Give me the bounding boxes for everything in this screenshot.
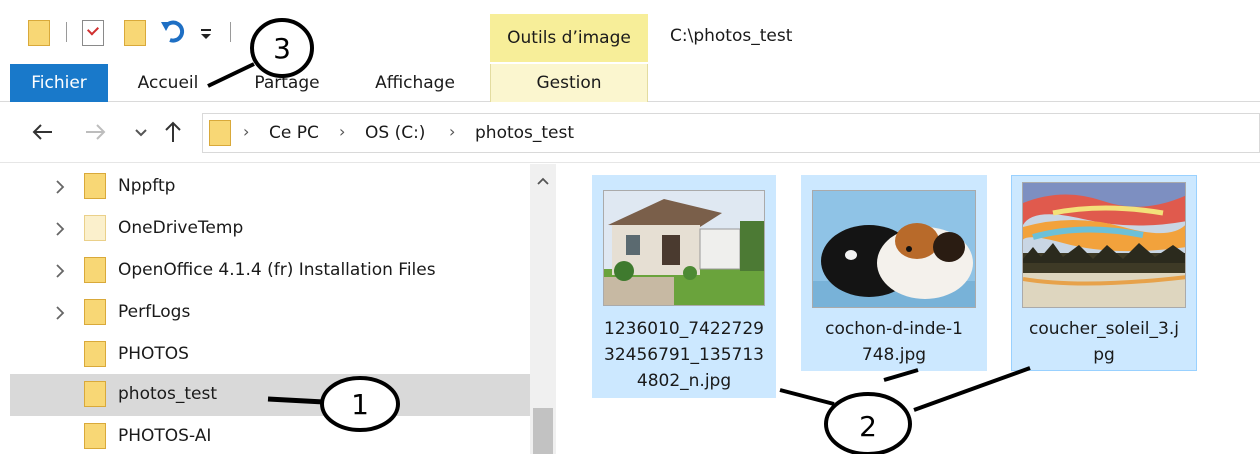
tree-item-openoffice[interactable]: OpenOffice 4.1.4 (fr) Installation Files: [10, 250, 530, 292]
navigation-pane-scrollbar[interactable]: [530, 164, 556, 454]
breadcrumb-separator: ›: [243, 122, 250, 141]
title-bar: Outils d’image C:\photos_test: [0, 0, 1260, 64]
tree-item-label: OneDriveTemp: [118, 218, 244, 238]
chevron-right-icon[interactable]: [52, 178, 68, 196]
scrollbar-thumb[interactable]: [533, 408, 553, 454]
tree-item-onedrivetemp[interactable]: OneDriveTemp: [10, 208, 530, 250]
scroll-up-chevron-icon[interactable]: [534, 172, 552, 190]
tab-fichier[interactable]: Fichier: [10, 64, 108, 102]
new-folder-icon[interactable]: [124, 20, 146, 46]
address-folder-icon: [209, 120, 231, 146]
file-name: cochon-d-inde-1 748.jpg: [825, 319, 963, 365]
house-photo-thumbnail: [603, 190, 765, 306]
breadcrumb-separator[interactable]: ›: [339, 122, 345, 141]
tree-item-label: PerfLogs: [118, 302, 191, 322]
file-content-pane: 1236010_7422729 32456791_135713 4802_n.j…: [556, 164, 1260, 454]
customize-dropdown-icon[interactable]: [198, 26, 214, 42]
tree-item-photos[interactable]: PHOTOS: [10, 334, 530, 376]
forward-arrow-icon[interactable]: [82, 117, 108, 147]
navigation-bar: › Ce PC › OS (C:) › photos_test: [0, 103, 1260, 163]
folder-icon: [84, 299, 106, 325]
file-name: 1236010_7422729 32456791_135713 4802_n.j…: [604, 319, 764, 391]
chevron-right-icon[interactable]: [52, 304, 68, 322]
sunset-painting-thumbnail: [1022, 182, 1186, 308]
toolbar-separator: [66, 22, 67, 42]
window-title: C:\photos_test: [670, 26, 793, 46]
file-name: coucher_soleil_3.j pg: [1029, 319, 1179, 365]
address-bar[interactable]: › Ce PC › OS (C:) › photos_test: [202, 113, 1260, 153]
breadcrumb-os-c[interactable]: OS (C:): [365, 123, 425, 143]
tab-affichage[interactable]: Affichage: [356, 64, 474, 102]
tree-item-label: OpenOffice 4.1.4 (fr) Installation Files: [118, 260, 436, 280]
file-item[interactable]: cochon-d-inde-1 748.jpg: [801, 175, 987, 371]
tree-item-perflogs[interactable]: PerfLogs: [10, 292, 530, 334]
recent-locations-chevron-down-icon[interactable]: [128, 117, 154, 147]
folder-icon: [84, 257, 106, 283]
tree-item-photos-test[interactable]: photos_test: [10, 374, 530, 416]
tree-item-label: photos_test: [118, 384, 218, 404]
folder-icon: [84, 381, 106, 407]
folder-icon: [84, 173, 106, 199]
tree-item-label: PHOTOS-AI: [118, 426, 212, 446]
folder-icon: [84, 215, 106, 241]
toolbar-separator: [230, 22, 231, 42]
chevron-right-icon[interactable]: [52, 220, 68, 238]
file-item[interactable]: 1236010_7422729 32456791_135713 4802_n.j…: [592, 175, 776, 398]
navigation-pane: Nppftp OneDriveTemp OpenOffice 4.1.4 (fr…: [0, 164, 530, 454]
file-item[interactable]: coucher_soleil_3.j pg: [1011, 175, 1197, 371]
tree-item-photos-ai[interactable]: PHOTOS-AI: [10, 416, 530, 454]
tree-item-label: PHOTOS: [118, 344, 189, 364]
back-arrow-icon[interactable]: [30, 117, 56, 147]
folder-icon[interactable]: [28, 20, 50, 46]
tree-item-nppftp[interactable]: Nppftp: [10, 166, 530, 208]
guinea-pig-photo-thumbnail: [812, 190, 976, 308]
tab-partage[interactable]: Partage: [232, 64, 342, 102]
undo-icon[interactable]: [160, 18, 188, 46]
tree-item-label: Nppftp: [118, 176, 176, 196]
up-arrow-icon[interactable]: [160, 117, 186, 147]
chevron-right-icon[interactable]: [52, 262, 68, 280]
breadcrumb-ce-pc[interactable]: Ce PC: [269, 123, 319, 143]
breadcrumb-separator[interactable]: ›: [449, 122, 455, 141]
properties-icon[interactable]: [82, 20, 104, 46]
folder-icon: [84, 341, 106, 367]
contextual-tab-group-label: Outils d’image: [507, 28, 631, 48]
breadcrumb-photos-test[interactable]: photos_test: [475, 123, 574, 143]
contextual-tab-group: Outils d’image: [490, 14, 648, 62]
ribbon-tab-bar: Fichier Accueil Partage Affichage Gestio…: [0, 64, 1260, 102]
folder-icon: [84, 423, 106, 449]
tab-gestion[interactable]: Gestion: [490, 64, 648, 102]
tab-accueil[interactable]: Accueil: [122, 64, 214, 102]
